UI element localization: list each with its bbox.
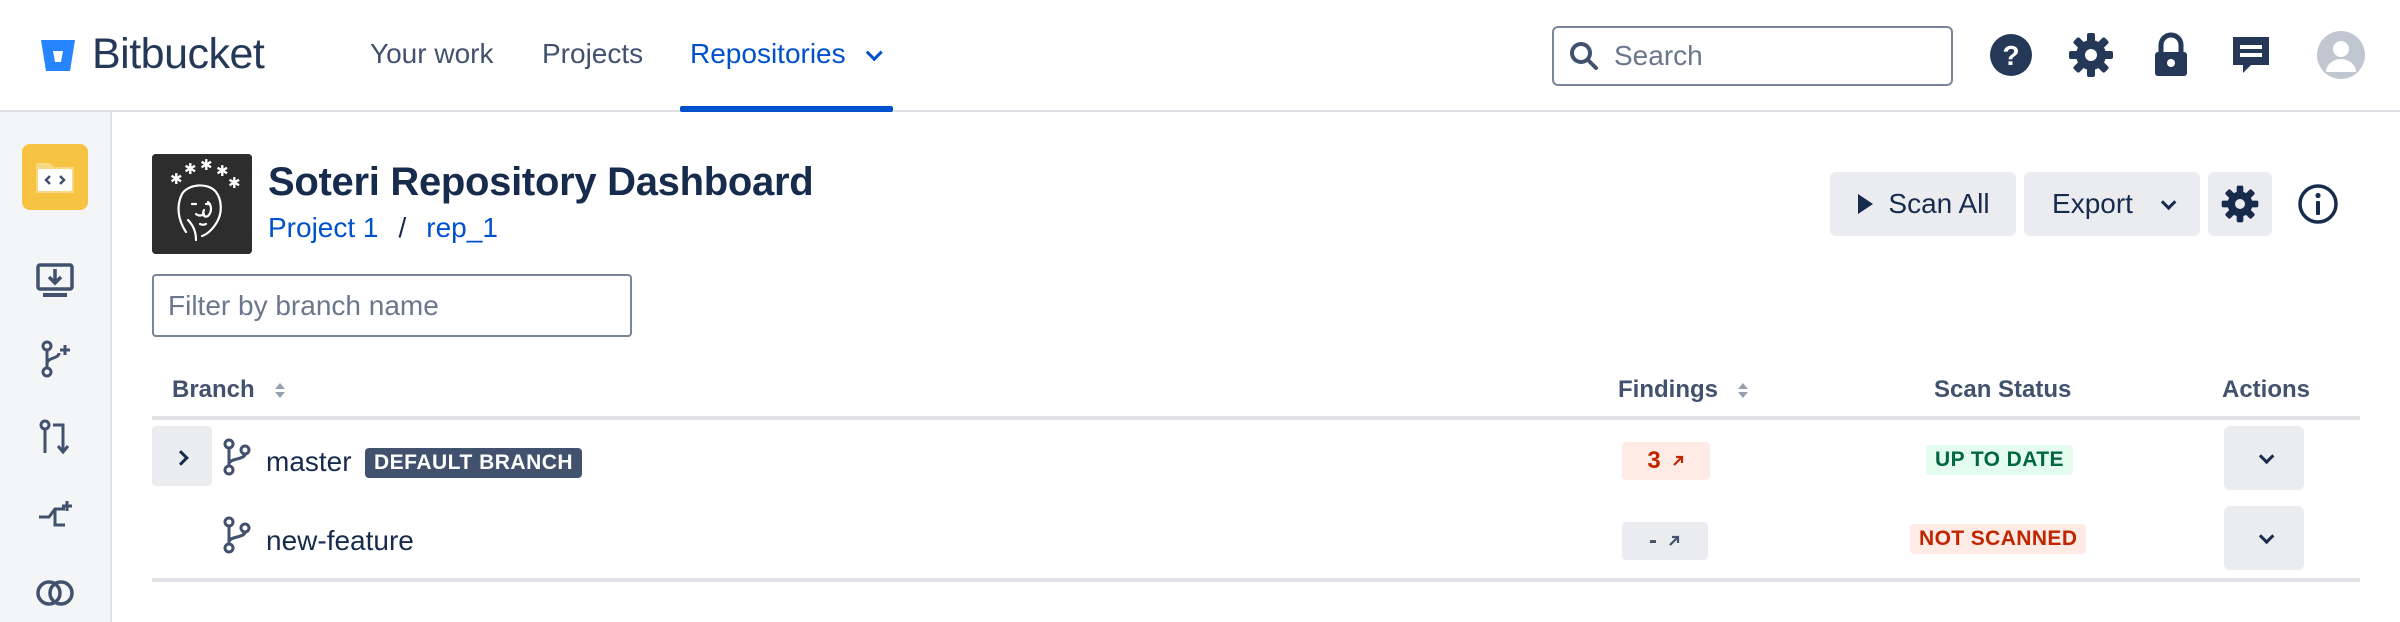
column-header-actions-label: Actions [2222, 376, 2311, 403]
breadcrumb-repo[interactable]: rep_1 [426, 212, 498, 244]
breadcrumb-separator: / [398, 212, 407, 243]
avatar[interactable] [2316, 30, 2366, 80]
branch-filter-field[interactable] [152, 274, 632, 337]
column-header-branch-label: Branch [172, 376, 255, 403]
breadcrumb-project[interactable]: Project 1 [268, 212, 379, 244]
top-navigation: Bitbucket Your work Projects Repositorie… [0, 0, 2400, 112]
notes-icon[interactable] [2226, 30, 2276, 80]
external-link-arrow-icon [1672, 455, 1683, 466]
svg-text:✱: ✱ [216, 162, 229, 180]
search-input[interactable] [1614, 40, 1934, 72]
repository-icon [36, 163, 74, 193]
breadcrumb: Project 1 / rep_1 [268, 212, 498, 244]
overlap-icon[interactable] [30, 568, 80, 618]
bitbucket-logo[interactable]: Bitbucket [38, 30, 265, 79]
branch-icon [223, 516, 251, 554]
search-box[interactable] [1552, 26, 1953, 86]
help-icon[interactable]: ? [1986, 30, 2036, 80]
branch-name[interactable]: new-feature [266, 525, 414, 557]
svg-text:✱: ✱ [228, 174, 241, 192]
lock-icon[interactable] [2146, 30, 2196, 80]
nav-repositories[interactable]: Repositories [690, 38, 883, 70]
findings-count: 3 [1647, 447, 1661, 474]
info-icon [2298, 184, 2338, 224]
row-actions-button[interactable] [2224, 506, 2304, 570]
export-label: Export [2052, 188, 2133, 219]
sort-icon [1737, 382, 1748, 398]
compare-icon[interactable] [30, 490, 80, 540]
svg-text:✱: ✱ [184, 160, 197, 178]
scan-status-badge: UP TO DATE [1926, 445, 2073, 475]
create-branch-icon[interactable] [30, 334, 80, 384]
svg-text:✱: ✱ [170, 170, 183, 188]
page-title: Soteri Repository Dashboard [268, 160, 814, 204]
findings-count: - [1649, 527, 1657, 554]
sort-icon [274, 382, 285, 398]
findings-link[interactable]: - [1622, 522, 1708, 560]
nav-your-work[interactable]: Your work [370, 38, 493, 70]
info-button[interactable] [2292, 178, 2344, 230]
chevron-down-icon [2258, 448, 2274, 464]
column-header-findings-label: Findings [1618, 376, 1718, 403]
table-header-divider [152, 416, 2360, 420]
bitbucket-logo-icon [41, 39, 75, 71]
column-header-scan-status: Scan Status [1934, 376, 2071, 404]
external-link-arrow-icon [1669, 535, 1680, 546]
chevron-down-icon [865, 44, 883, 62]
chevron-right-icon [172, 449, 189, 466]
scan-all-label: Scan All [1888, 188, 1990, 219]
scan-status-badge: NOT SCANNED [1910, 524, 2087, 554]
svg-text:✱: ✱ [200, 156, 213, 174]
svg-text:?: ? [2002, 40, 2019, 71]
scan-all-button[interactable]: Scan All [1830, 172, 2016, 236]
gear-icon[interactable] [2066, 30, 2116, 80]
column-header-findings[interactable]: Findings [1618, 376, 1748, 404]
default-branch-badge: DEFAULT BRANCH [365, 448, 583, 478]
chevron-down-icon [2258, 528, 2274, 544]
settings-button[interactable] [2208, 172, 2272, 236]
repo-avatar[interactable] [22, 144, 88, 210]
expand-row-button[interactable] [152, 426, 212, 486]
brand-name: Bitbucket [92, 30, 265, 78]
sidebar [0, 112, 112, 622]
table-bottom-divider [152, 578, 2360, 582]
column-header-actions: Actions [2222, 376, 2310, 404]
nav-projects[interactable]: Projects [542, 38, 643, 70]
soteri-logo: ✱ ✱ ✱ ✱ ✱ [152, 154, 252, 254]
branch-filter-input[interactable] [168, 289, 608, 322]
clone-icon[interactable] [30, 256, 80, 306]
gear-icon [2221, 185, 2259, 223]
nav-active-indicator [680, 106, 893, 112]
branch-icon [223, 438, 251, 476]
findings-link[interactable]: 3 [1622, 442, 1710, 480]
play-icon [1858, 194, 1874, 214]
row-actions-button[interactable] [2224, 426, 2304, 490]
nav-repositories-label: Repositories [690, 38, 846, 69]
pull-request-icon[interactable] [30, 412, 80, 462]
chevron-down-icon [2160, 194, 2177, 210]
export-dropdown-button[interactable]: Export [2024, 172, 2200, 236]
column-header-branch[interactable]: Branch [172, 376, 285, 404]
column-header-scan-status-label: Scan Status [1934, 376, 2072, 403]
search-icon [1570, 42, 1598, 70]
branch-name[interactable]: master [266, 446, 352, 478]
